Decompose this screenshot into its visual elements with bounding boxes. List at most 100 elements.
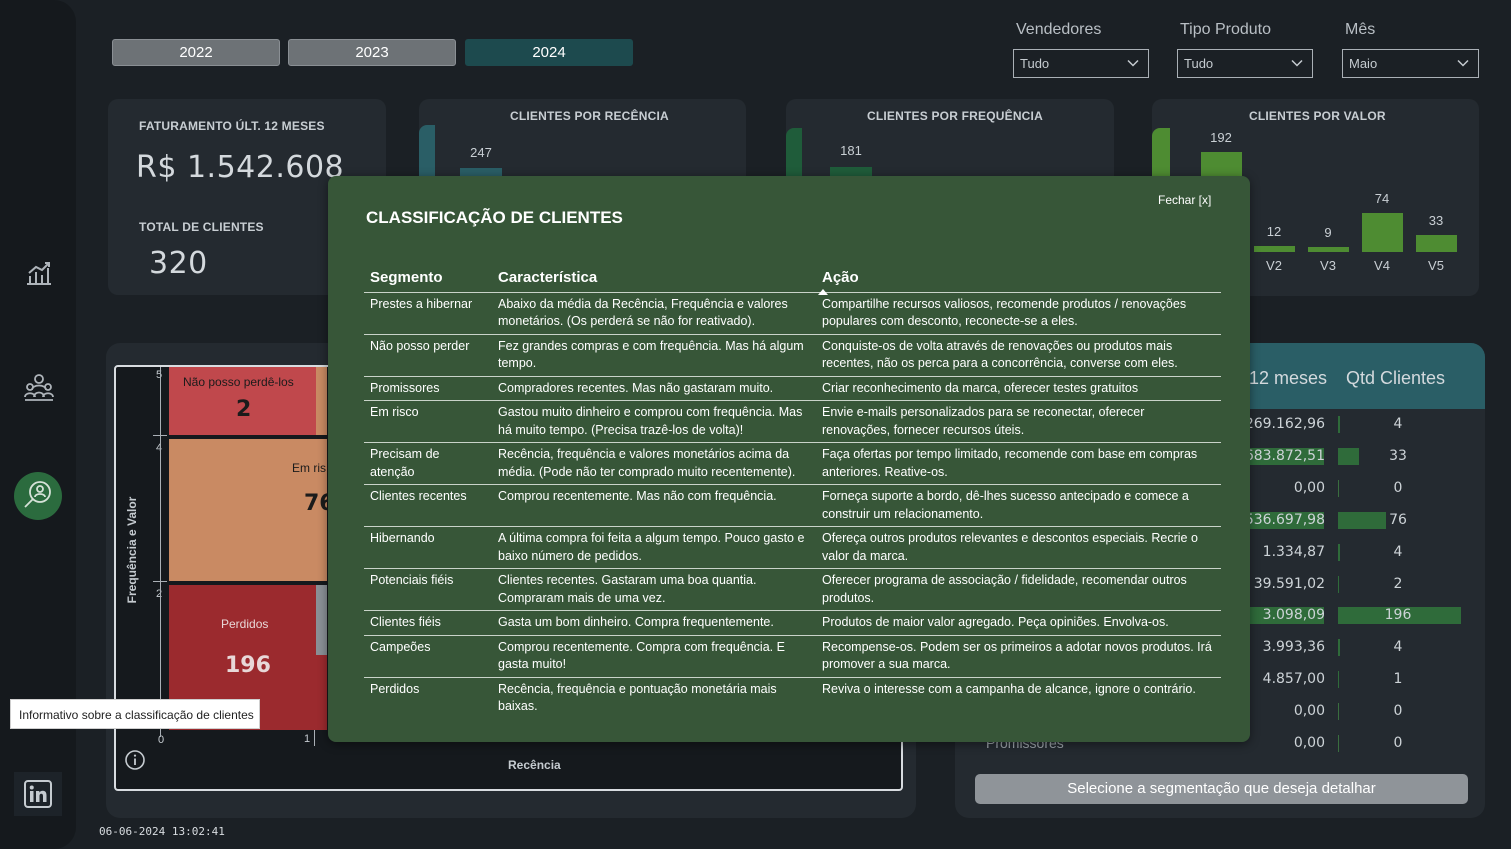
mes-label: Mês — [1345, 21, 1376, 38]
cell-caracteristica: Comprou recentemente. Mas não com frequê… — [492, 484, 816, 527]
cell-caracteristica: Compradores recentes. Mas não gastaram m… — [492, 376, 816, 401]
valor-bar-v5[interactable] — [1416, 234, 1457, 252]
classification-row: Não posso perder Fez grandes compras e co… — [364, 334, 1221, 377]
cell-acao: Criar reconhecimento da marca, oferecer … — [816, 376, 1221, 401]
faturamento-value: R$ 1.542.608 — [136, 150, 345, 185]
valor-bar-v2[interactable] — [1254, 245, 1295, 252]
sort-asc-icon — [818, 288, 828, 295]
chevron-down-icon — [1291, 59, 1303, 67]
faturamento-label: FATURAMENTO ÚLT. 12 MESES — [139, 119, 325, 133]
cell-caracteristica: Recência, frequência e pontuação monetár… — [498, 681, 777, 714]
qtd-value: 0 — [1393, 479, 1403, 496]
valor-bar-edge — [1152, 128, 1170, 180]
cell-segmento: Campeões — [364, 635, 492, 678]
linkedin-icon[interactable] — [14, 772, 62, 816]
cell-segmento: Precisam de atenção — [364, 442, 492, 485]
classification-row: Promissores Compradores recentes. Mas não… — [364, 376, 1221, 401]
cell-acao: Reviva o interesse com a campanha de alc… — [822, 681, 1196, 696]
qtd-value: 4 — [1393, 639, 1403, 656]
valor-bar-label: 192 — [1210, 130, 1232, 145]
year-button-2024[interactable]: 2024 — [465, 39, 633, 66]
valor-category-label: V2 — [1266, 258, 1282, 273]
qtd-column-header[interactable]: Qtd Clientes — [1346, 368, 1445, 389]
people-group-icon[interactable] — [22, 370, 56, 404]
cell-segmento: Não posso perder — [364, 334, 492, 377]
cell-caracteristica: Abaixo da média da Recência, Frequência … — [492, 292, 816, 335]
cell-caracteristica: Clientes recentes. Gastaram uma boa quan… — [492, 568, 816, 611]
cell-segmento: Em risco — [364, 400, 492, 443]
info-tooltip: Informativo sobre a classificação de cli… — [10, 699, 260, 729]
valor-bar-label: 74 — [1374, 191, 1390, 207]
cell-segmento: Clientes fiéis — [364, 610, 492, 636]
year-button-2022[interactable]: 2022 — [112, 39, 280, 66]
cell-caracteristica: Recência, frequência e valores monetário… — [492, 442, 816, 485]
valor-bar-v4[interactable] — [1362, 213, 1403, 252]
vendedores-label: Vendedores — [1016, 21, 1102, 38]
year-button-2023[interactable]: 2023 — [288, 39, 456, 66]
valor-category-label: V5 — [1428, 258, 1444, 273]
modal-title: CLASSIFICAÇÃO DE CLIENTES — [366, 208, 623, 227]
date-stamp: 06-06-2024 13:02:41 — [99, 825, 225, 838]
qtd-value: 4 — [1393, 543, 1403, 560]
chart-icon[interactable] — [22, 256, 56, 290]
detail-segment-button[interactable]: Selecione a segmentação que deseja detal… — [975, 774, 1468, 804]
classification-row: Campeões Comprou recentemente. Compra com… — [364, 635, 1221, 678]
cell-acao: Faça ofertas por tempo limitado, recomen… — [816, 442, 1221, 485]
cell-segmento: Clientes recentes — [364, 484, 492, 527]
caracteristica-header[interactable]: Característica — [492, 258, 816, 293]
cell-caracteristica: Comprou recentemente. Compra com frequên… — [492, 635, 816, 678]
cell-acao: Compartilhe recursos valiosos, recomende… — [816, 292, 1221, 335]
dashboard: 2022 2023 2024 Vendedores Tudo Tipo Prod… — [0, 0, 1511, 849]
recencia-bar-1[interactable] — [419, 125, 435, 180]
classification-header-row: Segmento Característica Ação — [364, 258, 1221, 295]
modal-close-button[interactable]: Fechar [x] — [1158, 193, 1211, 207]
segmento-header[interactable]: Segmento — [364, 258, 492, 293]
acao-header[interactable]: Ação — [816, 258, 1221, 295]
faturamento-column-header[interactable]: 12 meses — [1249, 368, 1327, 389]
nav-active-indicator[interactable] — [14, 472, 62, 520]
qtd-value: 2 — [1393, 575, 1403, 592]
recencia-title: CLIENTES POR RECÊNCIA — [510, 109, 669, 123]
cell-acao: Conquiste-os de volta através de renovaç… — [816, 334, 1221, 377]
y-axis-line — [160, 367, 161, 737]
chevron-down-icon — [1127, 59, 1139, 67]
acao-header-label: Ação — [822, 268, 859, 286]
cell-caracteristica: A última compra foi feita a algum tempo.… — [492, 526, 816, 569]
frequencia-bar-1[interactable] — [786, 128, 802, 180]
cell-segmento: Promissores — [364, 376, 492, 401]
tipo-produto-label: Tipo Produto — [1180, 21, 1272, 38]
qtd-value: 0 — [1393, 703, 1403, 720]
valor-bar-label: 12 — [1266, 223, 1282, 239]
classification-row: Perdidos Recência, frequência e pontuação… — [364, 677, 1221, 719]
cell-segmento: Perdidos — [370, 681, 420, 696]
valor-bar-v3[interactable] — [1308, 247, 1349, 252]
qtd-value: 1 — [1393, 671, 1403, 688]
cell-acao: Recompense-os. Podem ser os primeiros a … — [816, 635, 1221, 678]
valor-bar-label: 33 — [1428, 212, 1444, 228]
cell-caracteristica: Gasta um bom dinheiro. Compra frequentem… — [492, 610, 816, 636]
info-icon[interactable] — [124, 749, 146, 771]
cell-acao: Produtos de maior valor agregado. Peça o… — [816, 610, 1221, 636]
cell-nao-posso-perder[interactable]: Não posso perdê-los 2 — [169, 367, 316, 435]
recencia-bar-label: 247 — [470, 145, 492, 160]
cell-em-risco[interactable]: Em ris 76 — [169, 439, 335, 581]
cell-acao: Envie e-mails personalizados para se rec… — [816, 400, 1221, 443]
cell-acao: Forneça suporte a bordo, dê-lhes sucesso… — [816, 484, 1221, 527]
vendedores-value: Tudo — [1020, 56, 1050, 71]
cell-edge — [316, 367, 327, 435]
classification-row: Em risco Gastou muito dinheiro e comprou … — [364, 400, 1221, 443]
tipo-produto-select[interactable]: Tudo — [1177, 49, 1313, 78]
classification-row: Potenciais fiéis Clientes recentes. Gasta… — [364, 568, 1221, 611]
vendedores-select[interactable]: Tudo — [1013, 49, 1149, 78]
chevron-down-icon — [1457, 59, 1469, 67]
qtd-value: 76 — [1389, 511, 1407, 528]
mes-select[interactable]: Maio — [1342, 49, 1479, 78]
y-grid-mark — [153, 581, 167, 582]
customer-search-icon — [24, 481, 51, 508]
y-axis-label: Frequência e Valor — [125, 496, 139, 604]
y-grid-mark — [153, 435, 167, 436]
cell-acao: Oferecer programa de associação / fideli… — [816, 568, 1221, 611]
qtd-value: 33 — [1389, 447, 1407, 464]
cell-acao: Ofereça outros produtos relevantes e des… — [816, 526, 1221, 569]
qtd-value: 4 — [1393, 416, 1403, 432]
